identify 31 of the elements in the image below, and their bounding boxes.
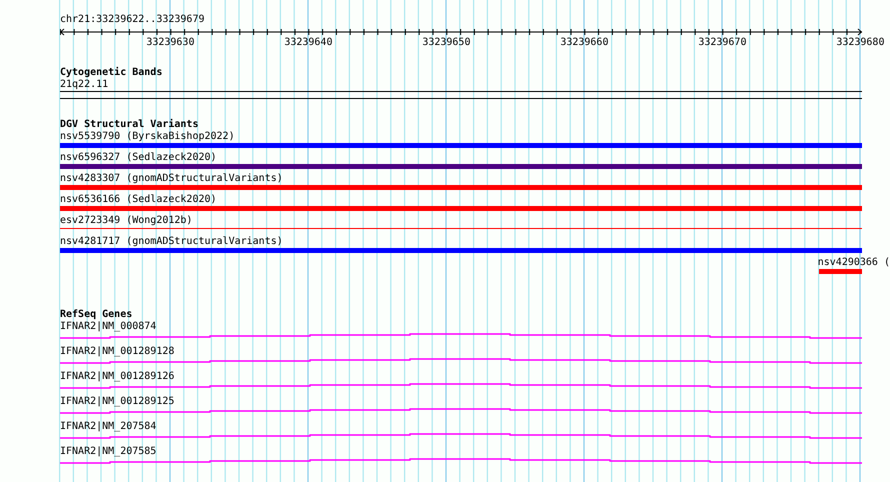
track-title: Cytogenetic Bands: [60, 67, 162, 79]
variant-label: nsv4283307 (gnomADStructuralVariants): [60, 173, 283, 185]
band-label: 21q22.11: [60, 79, 108, 91]
ruler-tick-label: 33239630: [146, 37, 194, 46]
track-title: DGV Structural Variants: [60, 119, 198, 131]
gene-line[interactable]: [60, 433, 862, 439]
gene-label: IFNAR2|NM_207584: [60, 421, 156, 433]
variant-label: nsv4290366 (: [818, 257, 890, 269]
ruler-tick-label: 33239640: [284, 37, 332, 46]
gene-label: IFNAR2|NM_000874: [60, 321, 156, 333]
gene-line[interactable]: [60, 333, 862, 339]
ruler-tick-label: 33239660: [560, 37, 608, 46]
variant-label: nsv5539790 (ByrskaBishop2022): [60, 131, 235, 143]
ruler-tick-label: 33239680: [836, 37, 884, 46]
gene-label: IFNAR2|NM_207585: [60, 446, 156, 458]
gene-label: IFNAR2|NM_001289126: [60, 371, 174, 383]
gene-line[interactable]: [60, 358, 862, 364]
gene-line[interactable]: [60, 458, 862, 464]
cytoband-bar[interactable]: [60, 91, 862, 99]
track-title: RefSeq Genes: [60, 309, 132, 321]
ruler-tick-label: 33239670: [698, 37, 746, 46]
gene-label: IFNAR2|NM_001289125: [60, 396, 174, 408]
gene-line[interactable]: [60, 383, 862, 389]
variant-label: nsv6596327 (Sedlazeck2020): [60, 152, 217, 164]
variant-label: esv2723349 (Wong2012b): [60, 215, 192, 227]
ruler-tick-label: 33239650: [422, 37, 470, 46]
gene-line[interactable]: [60, 408, 862, 414]
location-label: chr21:33239622..33239679: [60, 14, 204, 26]
variant-label: nsv4281717 (gnomADStructuralVariants): [60, 236, 283, 248]
gene-label: IFNAR2|NM_001289128: [60, 346, 174, 358]
variant-label: nsv6536166 (Sedlazeck2020): [60, 194, 217, 206]
